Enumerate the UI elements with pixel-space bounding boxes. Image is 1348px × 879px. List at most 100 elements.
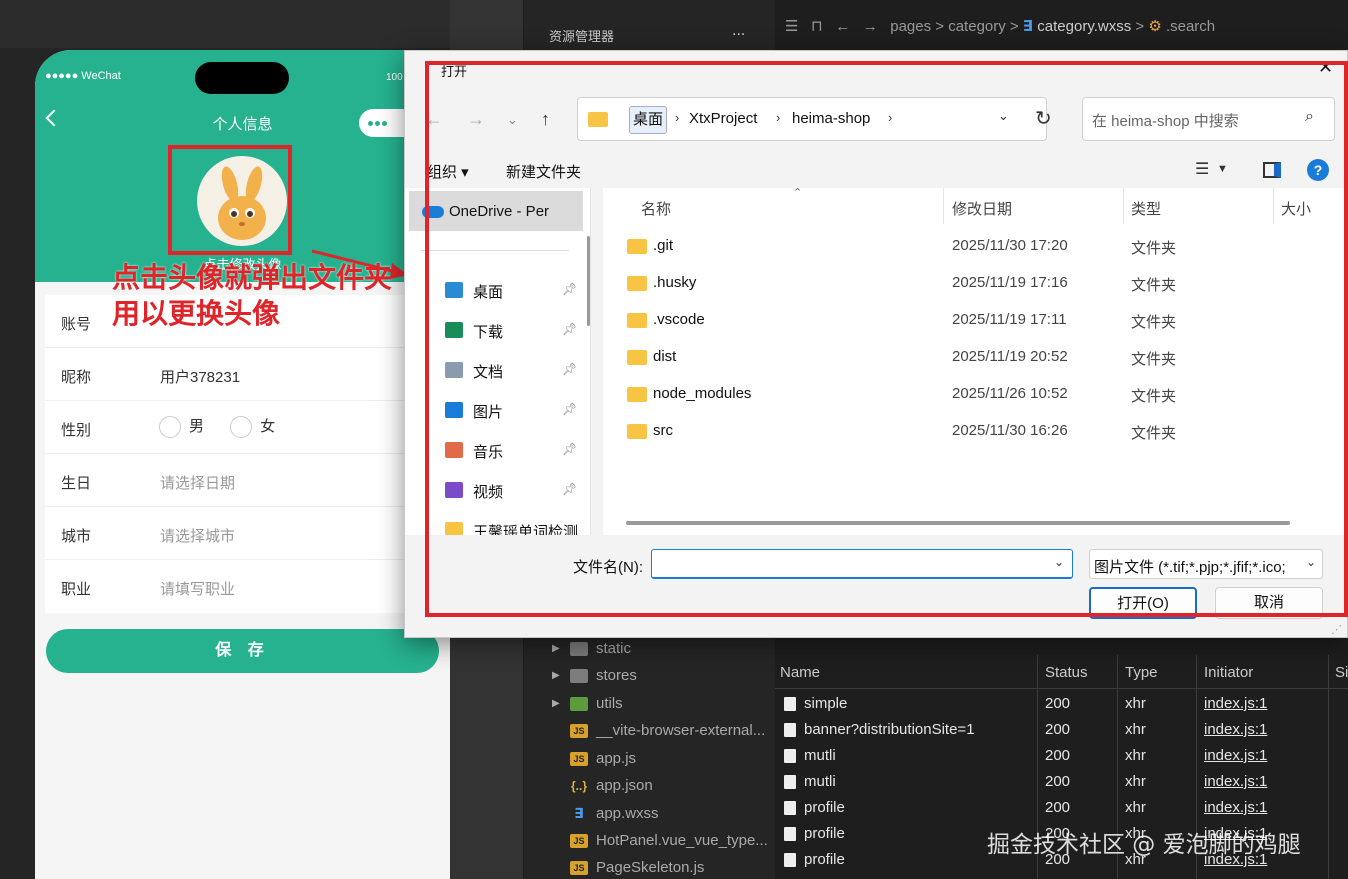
tree-item[interactable]: ▶ stores xyxy=(552,667,637,684)
resize-grip-icon[interactable]: ⋰ xyxy=(1331,623,1342,636)
file-date: 2025/11/19 20:52 xyxy=(952,348,1068,365)
scrollbar[interactable] xyxy=(587,236,590,326)
network-row[interactable]: banner?distributionSite=1 200 xhr index.js:… xyxy=(775,717,1348,743)
col-date[interactable]: 修改日期 xyxy=(952,198,1012,219)
network-row[interactable]: profile 200 xhr index.js:1 xyxy=(775,795,1348,821)
address-segment[interactable]: heima-shop xyxy=(792,110,870,127)
file-row[interactable]: .vscode 2025/11/19 17:11 文件夹 xyxy=(603,302,1348,339)
address-bar[interactable]: 桌面 › XtxProject › heima-shop › ⌄ xyxy=(577,97,1047,141)
col-name[interactable]: 名称 xyxy=(641,198,671,219)
preview-pane-icon[interactable] xyxy=(1263,162,1281,178)
document-icon xyxy=(784,749,796,763)
tree-item[interactable]: {..} app.json xyxy=(552,777,653,794)
tree-item[interactable]: JS app.js xyxy=(552,750,636,767)
sidebar-item[interactable]: 视频 📌︎ xyxy=(445,481,577,502)
col-size[interactable]: 大小 xyxy=(1281,198,1311,219)
tree-item-label: utils xyxy=(596,695,623,712)
organize-menu[interactable]: 组织 ▾ xyxy=(427,161,469,182)
forward-arrow-icon[interactable]: → xyxy=(467,109,485,130)
more-icon[interactable]: ... xyxy=(732,22,745,40)
forward-arrow-icon[interactable]: → xyxy=(863,18,878,35)
address-segment[interactable]: 桌面 xyxy=(629,106,668,134)
sidebar-item-label: 下载 xyxy=(473,324,504,341)
chevron-right-icon[interactable]: › xyxy=(776,110,780,125)
breadcrumb-symbol[interactable]: .search xyxy=(1166,18,1215,35)
sidebar-item[interactable]: 桌面 📌︎ xyxy=(445,281,577,302)
search-icon[interactable]: ⌕ xyxy=(1305,108,1314,126)
file-row[interactable]: .git 2025/11/30 17:20 文件夹 xyxy=(603,228,1348,265)
network-row[interactable]: mutli 200 xhr index.js:1 xyxy=(775,743,1348,769)
profession-input[interactable]: 请填写职业 xyxy=(160,578,235,599)
tree-item[interactable]: JS HotPanel.vue_vue_type... xyxy=(552,832,768,849)
file-row[interactable]: node_modules 2025/11/26 10:52 文件夹 xyxy=(603,376,1348,413)
sidebar-item[interactable]: 王馨瑶单词检测 xyxy=(445,521,578,535)
breadcrumb-part[interactable]: pages xyxy=(890,18,931,35)
sidebar-item[interactable]: 下载 📌︎ xyxy=(445,321,577,342)
chevron-down-icon[interactable]: ▼ xyxy=(1217,163,1228,175)
breadcrumb-part[interactable]: category xyxy=(948,18,1006,35)
file-row[interactable]: src 2025/11/30 16:26 文件夹 xyxy=(603,413,1348,450)
back-arrow-icon[interactable]: ← xyxy=(835,18,850,35)
address-segment[interactable]: XtxProject xyxy=(689,110,757,127)
tree-item[interactable]: JS __vite-browser-external... xyxy=(552,722,765,739)
col-type[interactable]: 类型 xyxy=(1131,198,1161,219)
city-picker[interactable]: 请选择城市 xyxy=(160,525,235,546)
sidebar-item-onedrive[interactable]: OneDrive - Per xyxy=(409,191,583,231)
horizontal-scrollbar[interactable] xyxy=(626,521,1290,525)
network-row[interactable]: mutli 200 xhr index.js:1 xyxy=(775,769,1348,795)
breadcrumb-file[interactable]: category.wxss xyxy=(1037,18,1131,35)
view-options-icon[interactable]: ☰ xyxy=(1195,159,1209,179)
form-label: 城市 xyxy=(61,528,92,545)
nickname-input[interactable]: 用户378231 xyxy=(160,366,240,387)
refresh-icon[interactable]: ↻ xyxy=(1035,106,1052,131)
file-name: .husky xyxy=(653,274,697,291)
tree-item[interactable]: ∃ app.wxss xyxy=(552,805,658,822)
col-type[interactable]: Type xyxy=(1125,664,1158,681)
request-initiator[interactable]: index.js:1 xyxy=(1204,799,1267,816)
sidebar-item[interactable]: 文档 📌︎ xyxy=(445,361,577,382)
bookmark-icon[interactable]: ⊓ xyxy=(811,18,823,35)
col-status[interactable]: Status xyxy=(1045,664,1088,681)
chevron-down-icon[interactable]: ⌄ xyxy=(507,112,518,128)
new-folder-button[interactable]: 新建文件夹 xyxy=(506,161,581,182)
chevron-down-icon[interactable]: ⌄ xyxy=(1054,555,1064,569)
request-initiator[interactable]: index.js:1 xyxy=(1204,773,1267,790)
file-row[interactable]: dist 2025/11/19 20:52 文件夹 xyxy=(603,339,1348,376)
request-initiator[interactable]: index.js:1 xyxy=(1204,721,1267,738)
radio-female[interactable] xyxy=(230,416,253,439)
chevron-down-icon[interactable]: ⌄ xyxy=(1305,555,1316,569)
chevron-right-icon[interactable]: › xyxy=(675,110,679,125)
back-arrow-icon[interactable]: ← xyxy=(425,109,443,130)
sidebar-item[interactable]: 图片 📌︎ xyxy=(445,401,577,422)
up-arrow-icon[interactable]: ↑ xyxy=(541,109,550,130)
request-initiator[interactable]: index.js:1 xyxy=(1204,747,1267,764)
close-icon[interactable]: ✕ xyxy=(1318,57,1333,78)
chevron-down-icon[interactable]: ⌄ xyxy=(998,108,1009,124)
help-icon[interactable]: ? xyxy=(1307,159,1329,181)
tree-item[interactable]: ▶ static xyxy=(552,640,631,657)
pin-icon: 📌︎ xyxy=(562,282,578,296)
save-button[interactable]: 保 存 xyxy=(46,629,439,673)
open-button[interactable]: 打开(O) xyxy=(1089,587,1197,619)
file-open-dialog: 打开 ✕ ← → ⌄ ↑ 桌面 › XtxProject › heima-sho… xyxy=(404,50,1348,638)
tree-item[interactable]: ▶ utils xyxy=(552,695,623,712)
request-initiator[interactable]: index.js:1 xyxy=(1204,695,1267,712)
col-name[interactable]: Name xyxy=(780,664,820,681)
col-initiator[interactable]: Initiator xyxy=(1204,664,1253,681)
list-icon[interactable]: ☰ xyxy=(785,18,798,35)
search-input[interactable]: 在 heima-shop 中搜索 ⌕ xyxy=(1082,97,1335,141)
request-type: xhr xyxy=(1125,721,1146,738)
chevron-right-icon[interactable]: › xyxy=(888,110,892,125)
filename-input[interactable]: ⌄ xyxy=(651,549,1073,579)
sidebar-item[interactable]: 音乐 📌︎ xyxy=(445,441,577,462)
file-row[interactable]: .husky 2025/11/19 17:16 文件夹 xyxy=(603,265,1348,302)
annotation-box xyxy=(168,145,292,255)
birthday-picker[interactable]: 请选择日期 xyxy=(160,472,235,493)
js-file-icon: JS xyxy=(570,833,588,848)
network-row[interactable]: simple 200 xhr index.js:1 xyxy=(775,691,1348,717)
filetype-select[interactable]: 图片文件 (*.tif;*.pjp;*.jfif;*.ico; ⌄ xyxy=(1089,549,1323,579)
cancel-button[interactable]: 取消 xyxy=(1215,587,1323,619)
tree-item[interactable]: JS PageSkeleton.js xyxy=(552,859,704,876)
col-size[interactable]: Si xyxy=(1335,664,1348,681)
radio-male[interactable] xyxy=(159,416,181,439)
